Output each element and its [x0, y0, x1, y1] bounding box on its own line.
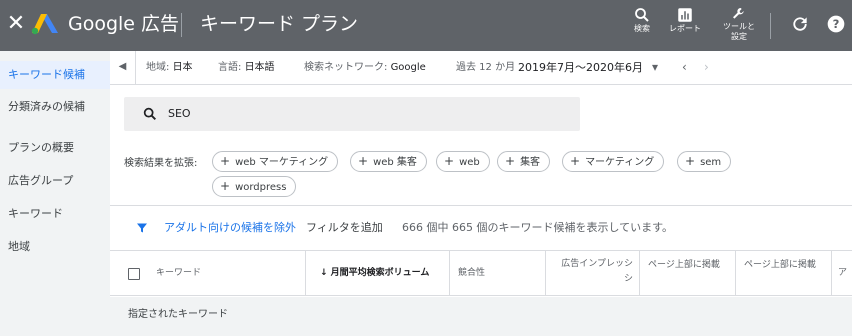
column-header-top-bid-high[interactable]: ページ上部に掲載 [736, 251, 832, 296]
tools-settings-label: ツールと 設定 [723, 22, 755, 41]
suggestion-chip[interactable]: + sem [677, 151, 732, 172]
report-tool-button[interactable]: レポート [668, 6, 702, 46]
search-tool-button[interactable]: 検索 [630, 6, 654, 46]
filter-icon[interactable] [136, 222, 148, 234]
column-header-label: ア [838, 268, 848, 278]
suggestion-chip-label: wordpress [235, 182, 287, 193]
google-ads-logo-icon [30, 12, 60, 36]
select-all-checkbox[interactable] [128, 268, 140, 280]
suggestion-chip[interactable]: + web [436, 151, 490, 172]
keyword-search-box[interactable]: SEO [124, 97, 580, 131]
suggestion-chip[interactable]: + web 集客 [350, 151, 427, 172]
plus-icon: + [358, 154, 369, 168]
sidebar-item-plan-overview[interactable]: プランの概要 [0, 134, 110, 162]
column-header-label: ↓ 月間平均検索ボリューム [320, 268, 430, 278]
date-dropdown-icon[interactable]: ▾ [652, 60, 658, 74]
language-filter-value: 日本語 [244, 62, 275, 73]
period-label: 過去 12 か月 [456, 62, 516, 73]
close-icon[interactable]: ✕ [6, 11, 26, 37]
sidebar-item-ad-groups[interactable]: 広告グループ [0, 167, 110, 195]
results-count-text: 666 個中 665 個のキーワード候補を表示しています。 [402, 221, 674, 234]
header-divider [181, 13, 182, 37]
exclude-adult-filter[interactable]: アダルト向けの候補を除外 [164, 221, 296, 235]
svg-text:?: ? [833, 17, 840, 31]
plus-icon: + [685, 154, 696, 168]
header-tools-divider [770, 13, 771, 39]
plus-icon: + [444, 154, 455, 168]
search-input[interactable]: SEO [168, 106, 191, 122]
suggestion-chip-label: web 集客 [373, 157, 417, 168]
report-tool-label: レポート [669, 24, 701, 33]
plan-filter-bar: ◀ 地域: 日本 言語: 日本語 検索ネットワーク: Google 過去 12 … [110, 51, 852, 85]
location-filter-value: 日本 [172, 62, 193, 73]
plus-icon: + [220, 179, 231, 193]
column-header-competition[interactable]: 競合性 [450, 251, 546, 296]
suggestion-chip-label: web マーケティング [235, 157, 329, 168]
group-row-label: 指定されたキーワード [128, 309, 228, 320]
column-header-keyword[interactable]: キーワード [110, 251, 306, 296]
date-range-selector[interactable]: 2019年7月〜2020年6月 [518, 61, 643, 75]
top-app-bar: ✕ Google 広告 キーワード プラン 検索 レポート ツールと 設定 ? [0, 0, 852, 51]
suggestion-chip[interactable]: + wordpress [212, 176, 297, 197]
wrench-icon [733, 8, 744, 19]
language-filter-label: 言語: [218, 62, 242, 73]
location-filter[interactable]: 地域: 日本 [146, 61, 193, 75]
column-header-top-bid-low[interactable]: ページ上部に掲載 [640, 251, 736, 296]
results-filter-row: アダルト向けの候補を除外 フィルタを追加 666 個中 665 個のキーワード候… [110, 206, 852, 250]
column-header-avg-searches[interactable]: ↓ 月間平均検索ボリューム [306, 251, 450, 296]
search-icon [143, 107, 156, 120]
add-filter-button[interactable]: フィルタを追加 [306, 221, 383, 235]
plus-icon: + [220, 154, 231, 168]
page-title: キーワード プラン [200, 13, 359, 35]
column-header-impression-share[interactable]: 広告インプレッシ シ [546, 251, 640, 296]
date-prev-icon[interactable]: ‹ [682, 60, 687, 74]
location-filter-label: 地域: [146, 62, 170, 73]
sidebar-item-grouped-ideas[interactable]: 分類済みの候補 [0, 93, 110, 121]
table-group-row: 指定されたキーワード [110, 297, 852, 336]
column-header-label: 競合性 [458, 268, 486, 278]
suggestion-chip[interactable]: + 集客 [497, 151, 551, 172]
language-filter[interactable]: 言語: 日本語 [218, 61, 275, 75]
suggestion-chip-label: sem [700, 157, 722, 168]
collapse-sidebar-icon[interactable]: ◀ [110, 51, 136, 85]
search-tool-label: 検索 [634, 24, 650, 33]
report-icon [678, 8, 692, 22]
network-filter-value: Google [390, 62, 426, 73]
tools-settings-button[interactable]: ツールと 設定 [720, 6, 758, 46]
sidebar-item-locations[interactable]: 地域 [0, 233, 110, 261]
suggestion-chip[interactable]: + web マーケティング [212, 151, 339, 172]
sidebar-item-keywords[interactable]: キーワード [0, 200, 110, 228]
keyword-table-header: キーワード ↓ 月間平均検索ボリューム 競合性 広告インプレッシ シ ページ上部… [110, 250, 852, 296]
column-header-account-status[interactable]: ア [832, 251, 852, 296]
broaden-search-label: 検索結果を拡張: [124, 158, 198, 169]
network-filter-label: 検索ネットワーク: [304, 62, 388, 73]
suggestion-chip-label: 集客 [520, 157, 541, 168]
sidebar-item-keyword-ideas[interactable]: キーワード候補 [0, 61, 110, 89]
date-next-icon[interactable]: › [704, 60, 709, 74]
suggestion-chip-label: web [459, 157, 480, 168]
column-header-label: ページ上部に掲載 [744, 260, 816, 270]
network-filter[interactable]: 検索ネットワーク: Google [304, 61, 426, 75]
column-header-label: ページ上部に掲載 [648, 260, 720, 270]
brand-name: Google 広告 [68, 13, 180, 35]
search-icon [635, 8, 649, 22]
suggestion-chip-label: マーケティング [585, 157, 655, 168]
column-header-label: キーワード [156, 268, 202, 278]
plus-icon: + [570, 154, 581, 168]
refresh-icon[interactable] [790, 14, 812, 36]
suggestion-chip[interactable]: + マーケティング [562, 151, 665, 172]
plus-icon: + [505, 154, 516, 168]
help-icon[interactable]: ? [826, 14, 848, 36]
sidebar-nav: キーワード候補 分類済みの候補 プランの概要 広告グループ キーワード 地域 [0, 51, 110, 336]
